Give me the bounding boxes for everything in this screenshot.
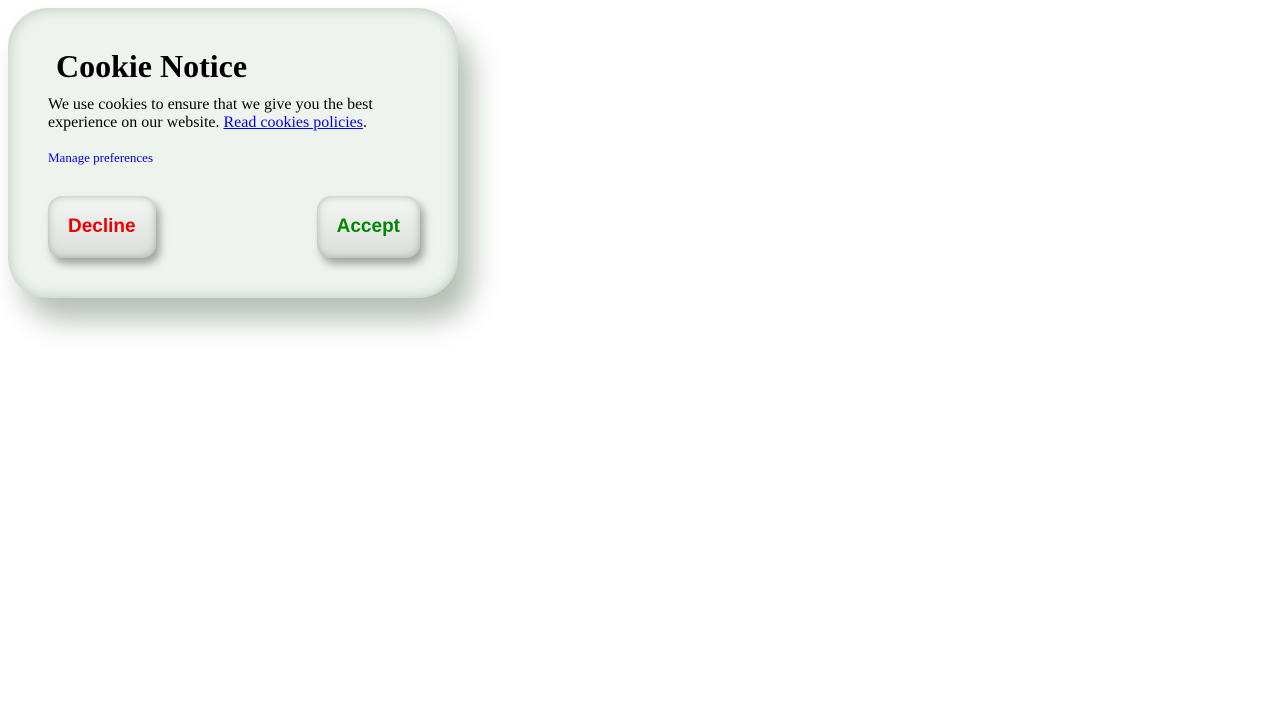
decline-button[interactable]: Decline	[48, 196, 156, 258]
manage-preferences-link[interactable]: Manage preferences	[48, 150, 418, 166]
cookie-message: We use cookies to ensure that we give yo…	[48, 96, 418, 132]
cookie-button-row: Decline Accept	[48, 196, 420, 258]
cookie-title-text: Cookie Notice	[56, 48, 248, 84]
read-cookies-policies-link[interactable]: Read cookies policies	[223, 114, 363, 131]
accept-button[interactable]: Accept	[316, 196, 420, 258]
cookie-notice-title: Cookie Notice	[48, 48, 418, 84]
message-period: .	[363, 114, 367, 131]
